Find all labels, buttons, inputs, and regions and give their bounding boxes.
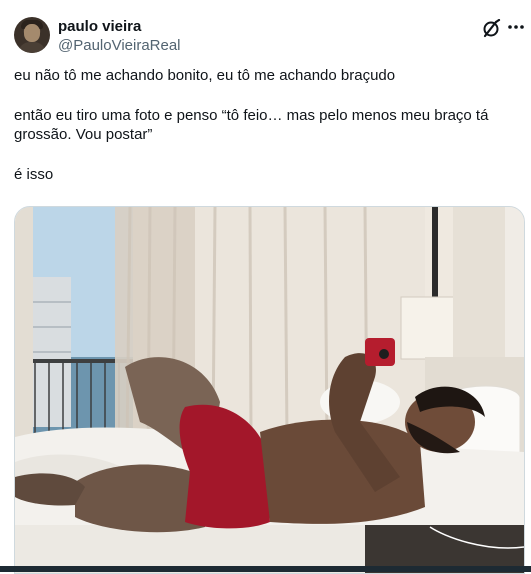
grok-icon[interactable] [481,18,501,39]
tweet-text: eu não tô me achando bonito, eu tô me ac… [14,66,519,184]
avatar-face [24,24,40,42]
avatar-body [18,42,46,53]
bottom-bar [0,566,531,572]
tweet-line: então eu tiro uma foto e penso “tô feio…… [14,106,489,144]
author-handle[interactable]: @PauloVieiraReal [58,37,181,54]
tweet-line: é isso [14,165,54,183]
tweet-photo[interactable] [14,206,525,574]
author-avatar[interactable] [14,17,50,53]
tweet-line: eu não tô me achando bonito, eu tô me ac… [14,67,396,84]
photo-illustration [15,207,524,573]
more-options-icon[interactable] [506,16,526,38]
author-display-name[interactable]: paulo vieira [58,18,141,35]
